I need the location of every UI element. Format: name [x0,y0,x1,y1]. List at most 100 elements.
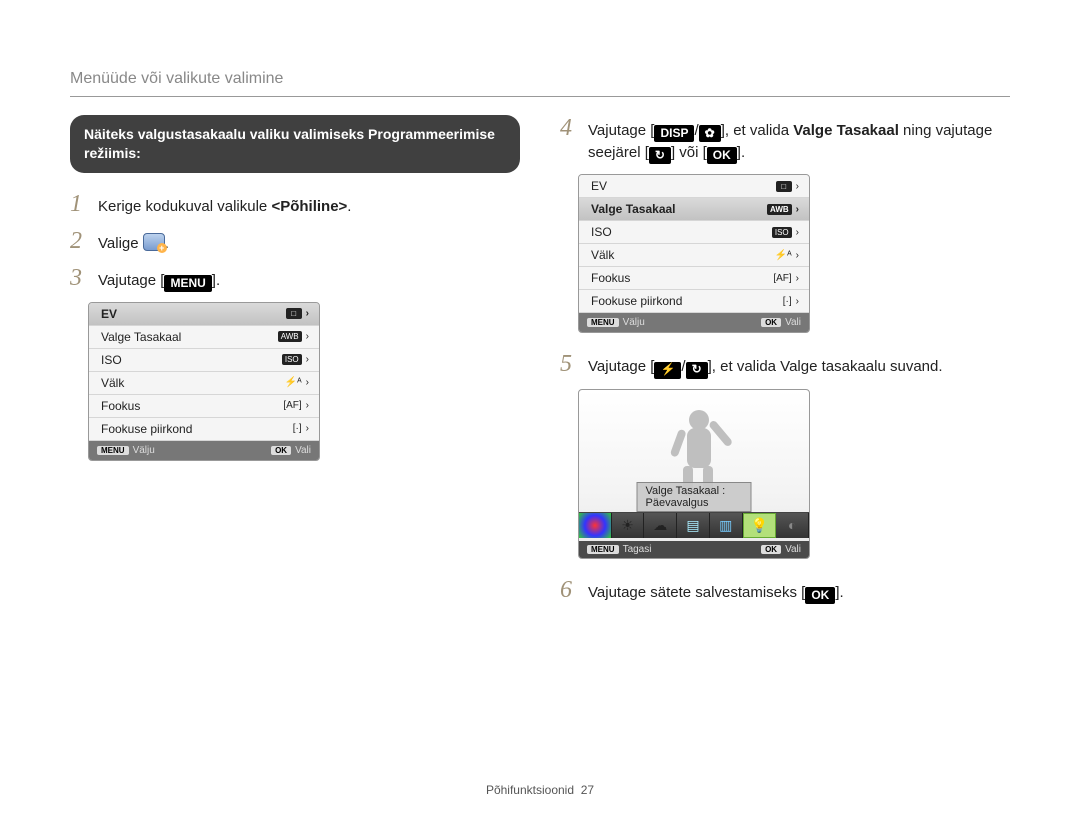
chevron-right-icon: › [796,273,799,284]
wb-fluorescent-h-icon: ▤ [677,513,710,538]
lcd-footer: MENU Välju OK Vali [89,441,319,460]
lcd-footer: MENUVälju OKVali [579,313,809,332]
menu-label: EV [591,179,607,193]
wb-footer-back: Tagasi [623,544,652,555]
lcd-footer-exit: Välju [133,445,155,456]
step-6: 6 Vajutage sätete salvestamiseks [OK]. [560,577,1010,604]
wb-label: Valge Tasakaal : Päevavalgus [637,482,752,512]
wb-daylight-icon: ☀ [612,513,645,538]
step-number: 2 [70,228,88,255]
timer-icon: ↻ [686,362,708,379]
menu-label: ISO [101,353,122,367]
menu-label: Valge Tasakaal [591,202,676,216]
program-mode-icon [143,233,165,251]
step-1: 1 Kerige kodukuval valikule <Põhiline>. [70,191,520,218]
menu-button-icon: MENU [97,446,129,455]
wb-footer: MENUTagasi OKVali [579,541,809,558]
menu-row-iso: ISO ISO› [579,221,809,244]
menu-label: Fookus [101,399,140,413]
timer-icon: ↻ [649,147,671,164]
menu-row-focus-area: Fookuse piirkond [·]› [579,290,809,313]
footer-page-number: 27 [581,783,594,797]
step6-post: ]. [835,584,843,601]
chevron-right-icon: › [306,331,309,342]
menu-badge: ISO [282,354,302,365]
ok-button-icon: OK [271,446,291,455]
footer-section: Põhifunktsioonid [486,783,574,797]
disp-button-icon: DISP [654,125,694,142]
menu-button-icon: MENU [587,545,619,554]
wb-preview-screenshot: Valge Tasakaal : Päevavalgus ☀ ☁ ▤ ▥ 💡 ◐… [578,389,810,559]
ok-button-icon: OK [707,147,737,164]
right-column: 4 Vajutage [DISP/✿], et valida Valge Tas… [560,115,1010,614]
menu-button-icon: MENU [164,275,211,292]
chevron-right-icon: › [306,400,309,411]
header-divider [70,96,1010,97]
menu-row-iso: ISO ISO › [89,349,319,372]
macro-flower-icon: ✿ [699,125,721,142]
chevron-right-icon: › [306,354,309,365]
menu-row-wb: Valge Tasakaal AWB › [579,198,809,221]
wb-option-strip: ☀ ☁ ▤ ▥ 💡 ◐ [579,512,809,538]
menu-row-ev: EV □› [89,303,319,326]
chevron-right-icon: › [796,296,799,307]
step4-mid2: ], et valida [721,122,794,139]
camera-menu-screenshot-left: EV □› Valge Tasakaal AWB › ISO ISO › Välk … [88,302,320,461]
menu-button-icon: MENU [587,318,619,327]
step-number: 4 [560,115,578,142]
step1-bold: <Põhiline> [271,198,347,215]
step3-post: ]. [212,272,220,289]
menu-label: Fookuse piirkond [591,294,682,308]
menu-row-focus-area: Fookuse piirkond [·]› [89,418,319,441]
step-number: 3 [70,265,88,292]
step4-post: ]. [737,144,745,161]
lcd-footer-select: Vali [295,445,311,456]
menu-row-focus: Fookus [AF] › [579,267,809,290]
step1-post: . [347,198,351,215]
camera-menu-screenshot-right: EV □› Valge Tasakaal AWB› ISO ISO› Välk … [578,174,810,333]
menu-label: Fookus [591,271,630,285]
menu-label: Valge Tasakaal [101,330,181,344]
wb-fluorescent-l-icon: ▥ [710,513,743,538]
chevron-right-icon: › [306,423,309,434]
menu-row-flash: Välk ⚡ᴬ› [89,372,319,395]
lcd-footer-exit: Välju [623,317,645,328]
ok-button-icon: OK [805,587,835,604]
step2-pre: Valige [98,235,143,252]
menu-badge: ISO [772,227,792,238]
menu-badge: AWB [278,331,302,342]
page-title: Menüüde või valikute valimine [70,70,1010,88]
wb-cloudy-icon: ☁ [644,513,677,538]
step3-pre: Vajutage [ [98,272,164,289]
step4-bold: Valge Tasakaal [793,122,899,139]
step-number: 5 [560,351,578,378]
menu-label: EV [101,307,117,321]
step-number: 6 [560,577,578,604]
step-4: 4 Vajutage [DISP/✿], et valida Valge Tas… [560,115,1010,164]
wb-footer-select: Vali [785,544,801,555]
chevron-right-icon: › [796,227,799,238]
menu-badge: □ [776,181,792,192]
menu-row-wb: Valge Tasakaal AWB › [89,326,319,349]
menu-label: Välk [101,376,124,390]
step4-pre: Vajutage [ [588,122,654,139]
menu-badge: [AF] [773,273,791,284]
menu-badge: [AF] [283,400,301,411]
menu-badge: AWB [767,204,792,215]
menu-row-focus: Fookus [AF] › [89,395,319,418]
wb-auto-icon [579,513,612,538]
step6-pre: Vajutage sätete salvestamiseks [ [588,584,805,601]
menu-label: Fookuse piirkond [101,422,192,436]
wb-tungsten-icon: 💡 [743,513,777,538]
chevron-right-icon: › [306,377,309,388]
chevron-right-icon: › [796,204,799,215]
step1-pre: Kerige kodukuval valikule [98,198,271,215]
menu-row-ev: EV □ › [579,175,809,198]
step-number: 1 [70,191,88,218]
chevron-right-icon: › [306,308,309,319]
menu-row-flash: Välk ⚡ᴬ› [579,244,809,267]
chevron-right-icon: › [796,181,799,192]
page-footer: Põhifunktsioonid 27 [0,783,1080,797]
menu-badge: ⚡ᴬ [775,250,792,261]
intro-pill: Näiteks valgustasakaalu valiku valimisek… [70,115,520,173]
